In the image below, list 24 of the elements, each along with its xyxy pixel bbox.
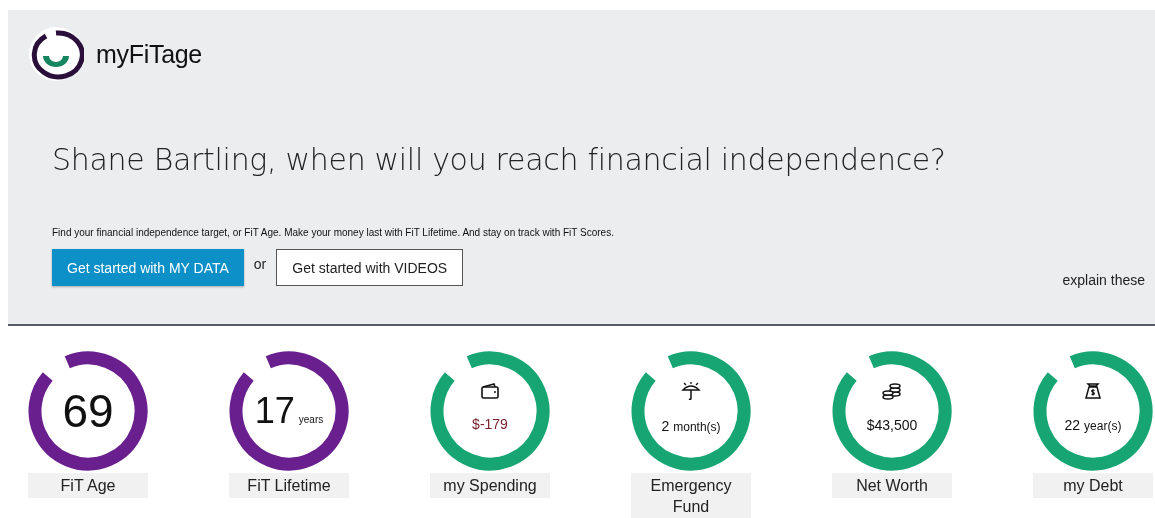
logo-icon — [28, 26, 84, 82]
or-text: or — [253, 255, 267, 272]
hero-heading: Shane Bartling, when will you reach financial independence? — [52, 142, 947, 177]
explain-link[interactable]: explain these — [1062, 272, 1145, 288]
gauge-value: 69 — [62, 384, 114, 438]
wallet-icon — [481, 383, 499, 399]
gauge-value: 2 month(s) — [661, 417, 721, 435]
gauge-label: my Debt — [1033, 473, 1153, 498]
hero-text: Find your financial independence target, or FiT Age. Make your money last with FiT Lifetime. And stay on track with FiT Scores. — [52, 227, 615, 238]
videos-button[interactable]: Get started with VIDEOS — [276, 249, 464, 286]
money-bag-icon — [1084, 382, 1102, 400]
brand-name: myFiTage — [96, 39, 202, 69]
gauge-label: FiT Lifetime — [229, 473, 349, 498]
umbrella-icon — [681, 381, 701, 401]
gauge-value: $43,500 — [866, 416, 918, 434]
gauge-value: 17 years — [254, 390, 324, 432]
my-data-button[interactable]: Get started with MY DATA — [52, 249, 244, 286]
coins-icon — [882, 382, 902, 400]
gauge-label: my Spending — [430, 473, 550, 498]
gauge-value: 22 year(s) — [1064, 416, 1122, 434]
gauge-value: $-179 — [472, 415, 508, 433]
gauge-label: Net Worth — [832, 473, 952, 498]
gauge-label: Emergency Fund — [631, 473, 751, 518]
gauge-label: FiT Age — [28, 473, 148, 498]
